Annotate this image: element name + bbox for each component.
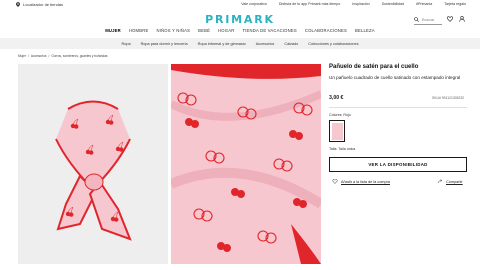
utility-link-inspiracion[interactable]: Inspiración (352, 2, 369, 6)
nav-colaboraciones[interactable]: COLABORACIONES (305, 28, 347, 33)
heart-icon (332, 179, 338, 184)
breadcrumb-accesorios[interactable]: Accesorios (31, 54, 47, 58)
main-navigation: MUJER HOMBRE NIÑOS Y NIÑAS BEBÉ HOGAR TI… (0, 28, 480, 33)
nav-bebe[interactable]: BEBÉ (198, 28, 210, 33)
product-description: Un pañuelo cuadrado de cuello satinado c… (329, 75, 461, 80)
breadcrumb-current: Gorros, sombreros, guantes y bufandas (51, 54, 108, 58)
share-button[interactable]: Compartir (437, 179, 463, 184)
subnav-dormir[interactable]: Ropa para dormir y lencería (141, 42, 188, 46)
subnav-ropa[interactable]: Ropa (121, 42, 130, 46)
product-title: Pañuelo de satén para el cuello (329, 64, 419, 70)
breadcrumb-separator: / (48, 54, 50, 58)
add-to-list-label: Añadir a la lista de la compra (341, 179, 390, 184)
color-swatch-fill (331, 122, 343, 140)
subnav-colecciones[interactable]: Colecciones y colaboraciones (308, 42, 358, 46)
heart-icon[interactable] (447, 16, 453, 22)
nav-belleza[interactable]: BELLEZA (355, 28, 375, 33)
size-label: Talla: Talla única (329, 147, 356, 151)
scarf-illustration (55, 100, 132, 241)
breadcrumb-separator: / (27, 54, 29, 58)
share-label: Compartir (446, 179, 463, 184)
location-pin-icon (16, 2, 20, 7)
sub-navigation: Ropa Ropa para dormir y lencería Ropa in… (0, 38, 480, 49)
search-icon (414, 17, 419, 22)
utility-link-app[interactable]: Disfruta de tu app Primark más tiempo (279, 2, 340, 6)
product-image-detail[interactable] (171, 64, 321, 264)
subnav-accesorios[interactable]: Accesorios (256, 42, 275, 46)
add-to-list-button[interactable]: Añadir a la lista de la compra (332, 179, 390, 184)
color-label: Colores: Rojo (329, 113, 351, 117)
utility-bar: Localizador de tiendas Vale corporativo … (0, 0, 480, 11)
share-icon (437, 179, 443, 184)
utility-link-tarjeta[interactable]: Tarjeta regalo (444, 2, 466, 6)
utility-links: Vale corporativo Disfruta de tu app Prim… (241, 2, 466, 6)
color-swatch-rojo[interactable] (329, 120, 345, 142)
subnav-calzado[interactable]: Calzado (284, 42, 298, 46)
nav-hogar[interactable]: HOGAR (218, 28, 234, 33)
utility-link-primania[interactable]: #Primania (416, 2, 432, 6)
search-input[interactable]: Buscar (414, 15, 442, 25)
fabric-closeup (171, 64, 321, 264)
nav-hombre[interactable]: HOMBRE (129, 28, 149, 33)
subnav-informal[interactable]: Ropa informal y de gimnasio (198, 42, 246, 46)
utility-link-vale[interactable]: Vale corporativo (241, 2, 267, 6)
primark-logo[interactable]: PRIMARK (0, 13, 480, 26)
nav-mujer[interactable]: MUJER (105, 28, 121, 33)
breadcrumb-mujer[interactable]: Mujer (18, 54, 26, 58)
search-placeholder: Buscar (422, 17, 435, 22)
utility-link-sostenibilidad[interactable]: Sostenibilidad (382, 2, 404, 6)
product-sku: SKU# 991121305232 (432, 96, 465, 100)
divider (329, 107, 467, 108)
product-price: 3,00 € (329, 95, 344, 101)
store-locator-link[interactable]: Localizador de tiendas (16, 2, 63, 7)
account-icon[interactable] (459, 16, 465, 22)
check-availability-button[interactable]: VER LA DISPONIBILIDAD (329, 157, 467, 172)
store-locator-label: Localizador de tiendas (23, 2, 64, 7)
product-image-main[interactable] (18, 64, 168, 264)
nav-ninos[interactable]: NIÑOS Y NIÑAS (156, 28, 190, 33)
breadcrumb: Mujer / Accesorios / Gorros, sombreros, … (18, 54, 108, 58)
nav-vacaciones[interactable]: TIENDA DE VACACIONES (242, 28, 296, 33)
